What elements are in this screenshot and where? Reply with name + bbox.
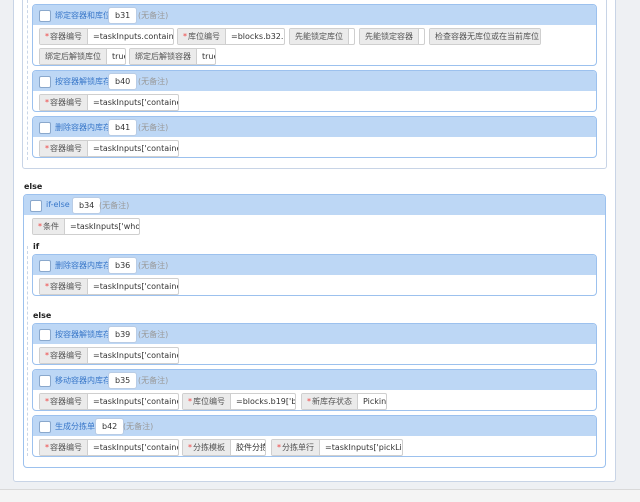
param-container-id[interactable]: *容器编号 =taskInputs['containerId'] [39,393,179,410]
block-checkbox[interactable] [39,375,51,387]
block-checkbox[interactable] [39,122,51,134]
block-title: 删除容器内库存 [55,123,111,132]
block-id[interactable]: b35 [108,372,138,389]
param-container-id[interactable]: *容器编号 =taskInputs['containerId'] [39,278,179,295]
param-bin-id[interactable]: *库位编号 =blocks.b19['bin'] [182,393,296,410]
block-id[interactable]: b42 [95,418,125,435]
block-b41[interactable]: 删除容器内库存 b41 (无备注) *容器编号 =taskInputs['con… [32,116,597,158]
param-picking-lines[interactable]: *分拣单行 =taskInputs['pickLines'] [271,439,403,456]
param-container-id[interactable]: *容器编号 =taskInputs['containerId'] [39,439,179,456]
param-check-container-bin[interactable]: 检查容器无库位或在当前库位 [429,28,541,45]
param-container-id[interactable]: *容器编号 =taskInputs['containerId'] [39,140,179,157]
block-id[interactable]: b31 [108,7,138,24]
param-unlock-bin-after[interactable]: 绑定后解锁库位 true [39,48,126,65]
block-id[interactable]: b41 [108,119,138,136]
block-note: (无备注) [138,376,169,385]
block-title: if-else [46,200,70,209]
branch-label-else-inner: else [33,311,52,320]
block-b39[interactable]: 按容器解锁库存 b39 (无备注) *容器编号 =taskInputs['con… [32,323,597,365]
block-b35[interactable]: 移动容器内库存 b35 (无备注) *容器编号 =taskInputs['con… [32,369,597,411]
block-checkbox[interactable] [39,260,51,272]
block-title: 绑定容器和库位 [55,11,111,20]
branch-label-else: else [24,182,43,191]
param-new-stock-status[interactable]: *新库存状态 Picking [301,393,387,410]
block-b42[interactable]: 生成分拣单 b42 (无备注) *容器编号 =taskInputs['conta… [32,415,597,457]
block-title: 按容器解锁库存 [55,77,111,86]
branch-label-if: if [33,242,40,251]
param-container-id[interactable]: *容器编号 =taskInputs.containerId [39,28,174,45]
block-checkbox[interactable] [39,329,51,341]
block-b31[interactable]: 绑定容器和库位 b31 (无备注) *容器编号 =taskInputs.cont… [32,4,597,66]
param-condition[interactable]: *条件 =taskInputs['whole'] [32,218,140,235]
param-lock-bin-first[interactable]: 先能锁定库位 [289,28,355,45]
param-bin-id[interactable]: *库位编号 =blocks.b32.bin [177,28,285,45]
block-checkbox[interactable] [39,76,51,88]
block-title: 生成分拣单 [55,422,95,431]
block-id[interactable]: b39 [108,326,138,343]
block-title: 按容器解锁库存 [55,330,111,339]
block-title: 移动容器内库存 [55,376,111,385]
block-id[interactable]: b36 [108,257,138,274]
block-note: (无备注) [138,123,169,132]
block-note: (无备注) [138,77,169,86]
block-note: (无备注) [138,261,169,270]
param-container-id[interactable]: *容器编号 =taskInputs['containerId'] [39,94,179,111]
block-b36[interactable]: 删除容器内库存 b36 (无备注) *容器编号 =taskInputs['con… [32,254,597,296]
block-id[interactable]: b40 [108,73,138,90]
block-title: 删除容器内库存 [55,261,111,270]
param-lock-container-first[interactable]: 先能锁定容器 [359,28,425,45]
block-note: (无备注) [138,330,169,339]
param-container-id[interactable]: *容器编号 =taskInputs['containerId'] [39,347,179,364]
block-note: (无备注) [99,201,130,210]
param-picking-template[interactable]: *分拣模板 胶件分拣 [182,439,266,456]
param-unlock-container-after[interactable]: 绑定后解锁容器 true [129,48,216,65]
block-note: (无备注) [138,11,169,20]
block-note: (无备注) [123,422,154,431]
workflow-editor: 绑定容器和库位 b31 (无备注) *容器编号 =taskInputs.cont… [0,0,640,502]
bottom-bar [0,489,640,502]
block-b40[interactable]: 按容器解锁库存 b40 (无备注) *容器编号 =taskInputs['con… [32,70,597,112]
block-checkbox[interactable] [30,200,42,212]
block-id[interactable]: b34 [72,197,102,214]
block-checkbox[interactable] [39,421,51,433]
block-checkbox[interactable] [39,10,51,22]
